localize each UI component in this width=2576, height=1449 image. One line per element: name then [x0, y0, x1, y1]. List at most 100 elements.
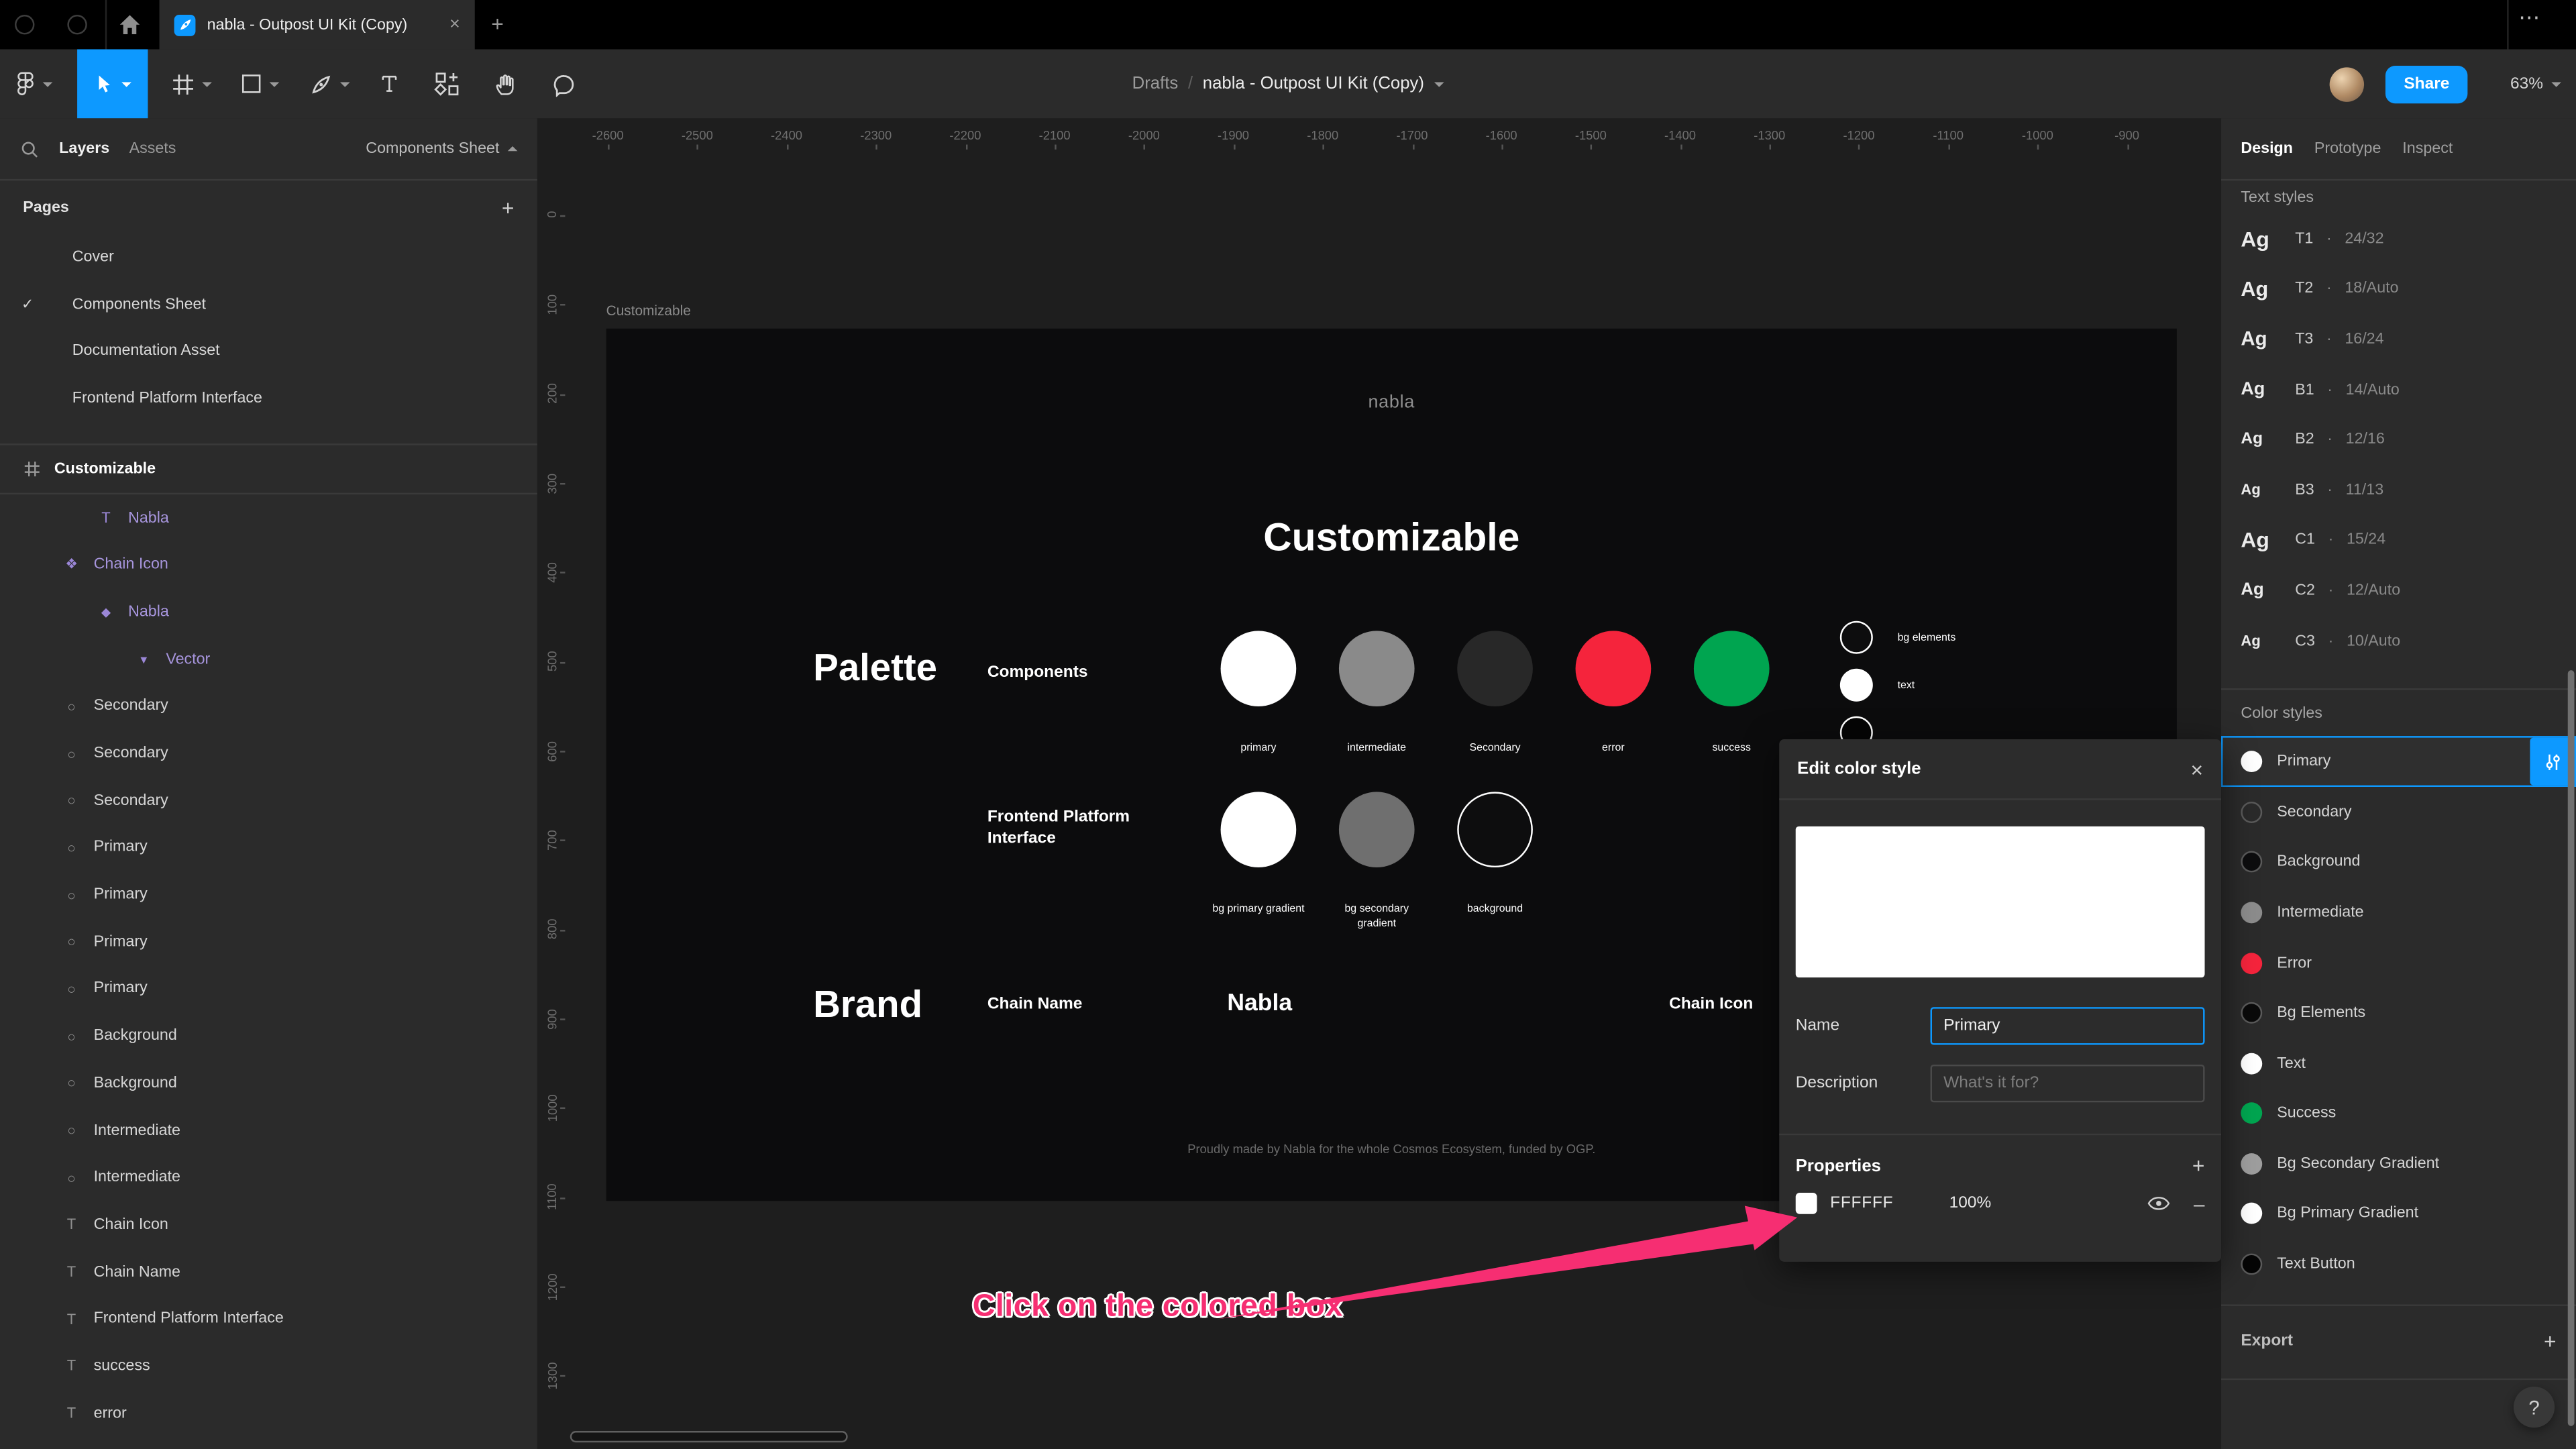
layer-list-item[interactable]: ◆ Nabla — [0, 588, 537, 635]
eye-icon[interactable] — [2148, 1196, 2171, 1211]
text-style-row[interactable]: Ag C3 · 10/Auto — [2221, 616, 2576, 666]
color-style-row[interactable]: Text — [2221, 1038, 2576, 1089]
layer-list-item[interactable]: T Chain Icon — [0, 1201, 537, 1248]
panel-scrollbar[interactable] — [2567, 670, 2575, 1426]
color-swatch-circle[interactable] — [1457, 631, 1533, 707]
page-list-item[interactable]: Cover — [0, 233, 537, 280]
color-style-row[interactable]: Bg Primary Gradient — [2221, 1189, 2576, 1239]
window-control-icon[interactable] — [15, 15, 35, 35]
text-style-row[interactable]: Ag C1 · 15/24 — [2221, 515, 2576, 566]
layer-list-item[interactable]: T Frontend Platform Interface — [0, 1295, 537, 1342]
color-style-row[interactable]: Success — [2221, 1088, 2576, 1138]
page-list-item[interactable]: Frontend Platform Interface — [0, 375, 537, 422]
swatch-label[interactable]: primary — [1209, 741, 1307, 756]
tab-assets[interactable]: Assets — [129, 140, 176, 158]
zoom-control[interactable]: 63% — [2510, 74, 2561, 93]
color-preview-swatch[interactable] — [1795, 826, 2205, 978]
layer-list-item[interactable]: ○ Secondary — [0, 730, 537, 777]
shape-tool-button[interactable] — [240, 49, 280, 118]
color-swatch-circle[interactable] — [1457, 792, 1533, 868]
fpi-section-label[interactable]: Frontend Platform Interface — [987, 808, 1144, 849]
page-selector[interactable]: Components Sheet — [366, 140, 518, 158]
chevron-down-icon[interactable] — [1434, 81, 1444, 87]
tab-layers[interactable]: Layers — [59, 140, 109, 158]
text-style-row[interactable]: Ag B1 · 14/Auto — [2221, 364, 2576, 415]
swatch-label[interactable]: Secondary — [1446, 741, 1544, 756]
nabla-logo-text[interactable]: nabla — [606, 392, 2177, 412]
opacity-value[interactable]: 100% — [1949, 1194, 1992, 1212]
close-icon[interactable]: × — [2190, 758, 2203, 780]
breadcrumb-root[interactable]: Drafts — [1132, 74, 1179, 93]
layer-list-item[interactable]: T error — [0, 1389, 537, 1436]
layer-list-item[interactable]: ○ Intermediate — [0, 1107, 537, 1154]
swatch-label[interactable]: bg secondary gradient — [1328, 902, 1426, 932]
hex-value[interactable]: FFFFFF — [1830, 1194, 1893, 1212]
chain-name-label[interactable]: Chain Name — [987, 996, 1083, 1014]
chain-icon-label[interactable]: Chain Icon — [1669, 996, 1753, 1014]
layer-list-item[interactable]: ○ Primary — [0, 918, 537, 965]
page-list-item[interactable]: Documentation Asset — [0, 327, 537, 374]
text-style-row[interactable]: Ag T2 · 18/Auto — [2221, 264, 2576, 314]
hand-tool-button[interactable] — [493, 49, 518, 118]
description-input[interactable] — [1930, 1064, 2205, 1103]
name-input[interactable] — [1930, 1007, 2205, 1045]
layer-list-item[interactable]: ○ Background — [0, 1012, 537, 1059]
layer-list-item[interactable]: ○ Primary — [0, 824, 537, 871]
close-tab-icon[interactable]: × — [449, 15, 460, 34]
layer-list-item[interactable]: ○ Secondary — [0, 777, 537, 824]
layer-list-item[interactable]: T Nabla — [0, 494, 537, 541]
layer-list-item[interactable]: T success — [0, 1342, 537, 1389]
add-export-icon[interactable]: + — [2544, 1332, 2557, 1353]
swatch-label[interactable]: background — [1446, 902, 1544, 917]
home-icon[interactable] — [117, 11, 143, 38]
file-tab[interactable]: nabla - Outpost UI Kit (Copy) × — [159, 0, 475, 50]
text-style-row[interactable]: Ag T1 · 24/32 — [2221, 213, 2576, 264]
color-swatch-circle[interactable] — [1338, 631, 1415, 707]
search-icon[interactable] — [19, 139, 39, 158]
color-swatch-circle[interactable] — [1693, 631, 1770, 707]
color-swatch-circle[interactable] — [1220, 631, 1297, 707]
swatch-label[interactable]: bg elements — [1898, 632, 1956, 643]
panel-tab[interactable]: Design — [2241, 140, 2293, 158]
color-style-row[interactable]: Text Button — [2221, 1239, 2576, 1289]
window-control-icon[interactable] — [67, 15, 87, 35]
layer-list-item[interactable]: T Chain Name — [0, 1248, 537, 1295]
color-swatch-circle[interactable] — [1839, 621, 1873, 654]
frame-tool-button[interactable] — [171, 49, 212, 118]
layer-list-item[interactable]: ○ Primary — [0, 965, 537, 1012]
add-property-icon[interactable]: + — [2192, 1155, 2205, 1177]
layer-list-item[interactable]: ▾ Vector — [0, 635, 537, 682]
pen-tool-button[interactable] — [309, 49, 350, 118]
swatch-label[interactable]: error — [1564, 741, 1662, 756]
avatar[interactable] — [2330, 66, 2365, 101]
layer-list-item[interactable]: ❖ Chain Icon — [0, 541, 537, 588]
sheet-title[interactable]: Customizable — [606, 516, 2177, 562]
color-style-row[interactable]: Bg Elements — [2221, 988, 2576, 1038]
color-swatch-circle[interactable] — [1220, 792, 1297, 868]
breadcrumb-file-name[interactable]: nabla - Outpost UI Kit (Copy) — [1203, 74, 1424, 93]
page-list-item[interactable]: ✓ Components Sheet — [0, 280, 537, 327]
add-page-icon[interactable]: + — [502, 197, 515, 218]
color-style-row[interactable]: Background — [2221, 837, 2576, 888]
help-button[interactable]: ? — [2513, 1386, 2555, 1428]
color-style-row[interactable]: Bg Secondary Gradient — [2221, 1138, 2576, 1189]
layer-list-item[interactable]: ○ Secondary — [0, 683, 537, 730]
comment-tool-button[interactable] — [552, 49, 577, 118]
panel-tab[interactable]: Prototype — [2314, 140, 2381, 158]
color-swatch-circle[interactable] — [1575, 631, 1652, 707]
text-style-row[interactable]: Ag T3 · 16/24 — [2221, 314, 2576, 364]
layer-list-item[interactable]: ○ Primary — [0, 871, 537, 918]
frame-canvas-label[interactable]: Customizable — [606, 303, 691, 319]
layer-list-item[interactable]: ○ Background — [0, 1060, 537, 1107]
color-style-row[interactable]: Secondary — [2221, 787, 2576, 837]
palette-section-title[interactable]: Palette — [813, 645, 937, 690]
text-style-row[interactable]: Ag C2 · 12/Auto — [2221, 566, 2576, 616]
window-menu-icon[interactable]: ⋯ — [2518, 5, 2541, 31]
horizontal-scrollbar[interactable] — [570, 1431, 848, 1443]
palette-components-label[interactable]: Components — [987, 663, 1088, 682]
color-swatch-circle[interactable] — [1839, 668, 1873, 702]
swatch-label[interactable]: bg primary gradient — [1209, 902, 1307, 917]
swatch-label[interactable]: intermediate — [1328, 741, 1426, 756]
color-style-row[interactable]: Error — [2221, 938, 2576, 988]
share-button[interactable]: Share — [2385, 64, 2468, 103]
